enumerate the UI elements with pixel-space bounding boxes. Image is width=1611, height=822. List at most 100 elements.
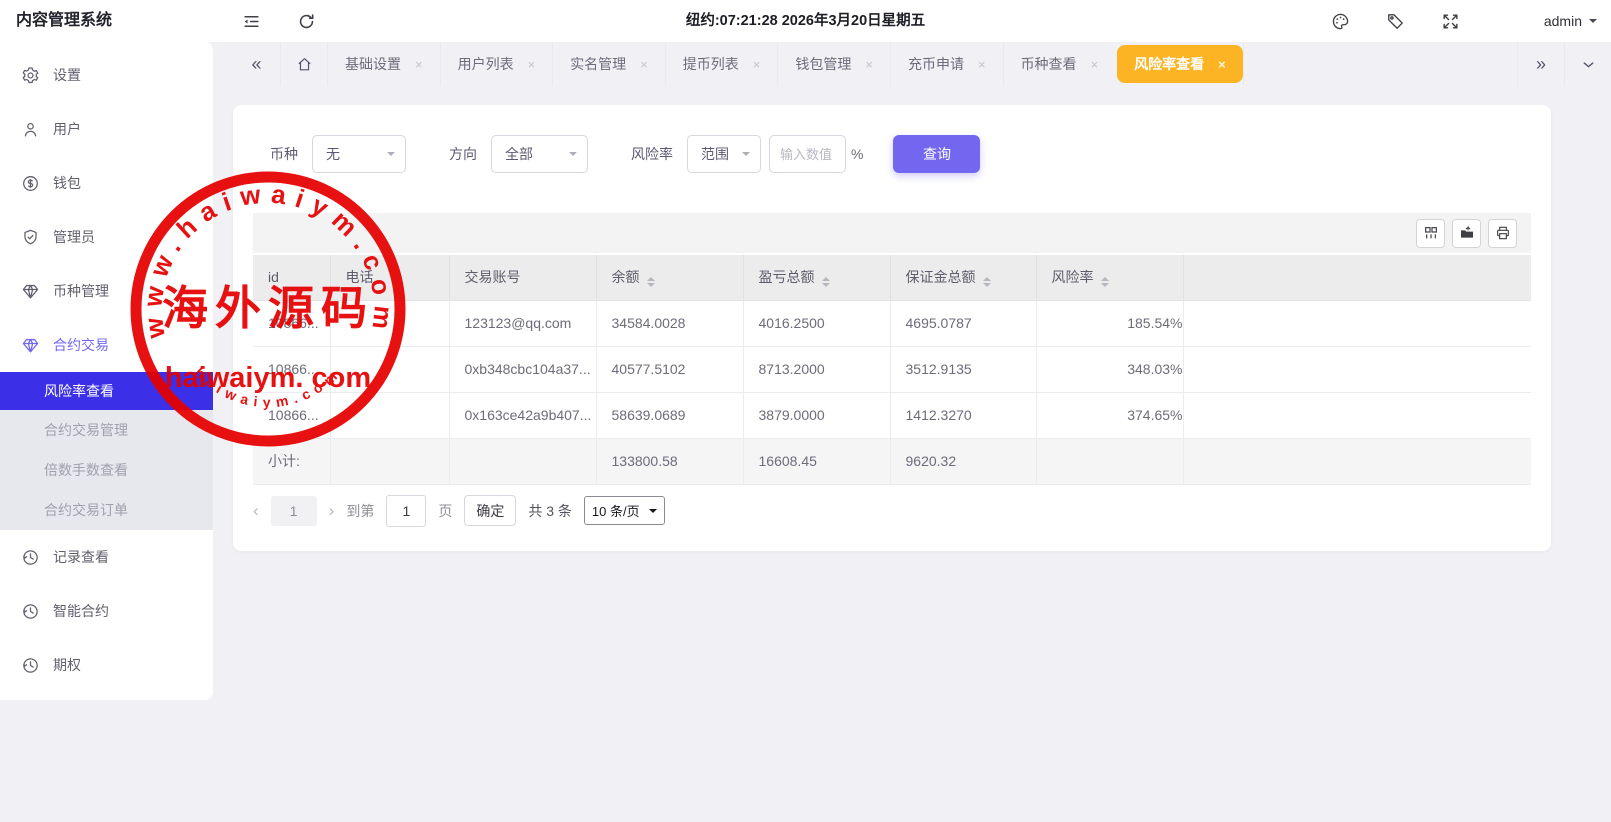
table-header-row: id 电话 交易账号 余额 盈亏总额 保证金总额 风险率 [253,255,1531,300]
sidebar-item-options[interactable]: 期权 [0,638,213,692]
gem-icon [21,282,40,301]
user-menu[interactable]: admin [1544,0,1597,42]
direction-filter-label: 方向 [449,144,477,164]
submenu-item-multiple-lots-view[interactable]: 倍数手数查看 [0,450,213,490]
chevron-left-icon[interactable]: ‹ [253,502,259,519]
sidebar-item-smart-contract[interactable]: 智能合约 [0,584,213,638]
cell-margin: 3512.9135 [890,346,1036,392]
close-icon[interactable]: × [640,58,648,71]
tab-spacer [1243,42,1517,86]
cell-risk: 374.65% [1036,392,1183,438]
sidebar-item-wallet[interactable]: 钱包 [0,156,213,210]
coin-filter-label: 币种 [270,144,298,164]
palette-icon[interactable] [1322,0,1358,42]
columns-icon[interactable] [1416,219,1445,248]
chevron-down-icon[interactable] [1564,42,1611,86]
tag-icon[interactable] [1377,0,1413,42]
menu-fold-icon[interactable] [233,0,269,42]
history-icon [21,602,40,621]
confirm-button[interactable]: 确定 [464,495,516,526]
subtotal-row: 小计: 133800.58 16608.45 9620.32 [253,438,1531,484]
submenu-item-contract-trade-manage[interactable]: 合约交易管理 [0,410,213,450]
table-row[interactable]: 10866... 123123@qq.com 34584.0028 4016.2… [253,300,1531,346]
column-header-balance[interactable]: 余额 [596,255,743,300]
column-header-risk[interactable]: 风险率 [1036,255,1183,300]
cell-filler [1183,346,1531,392]
dollar-coin-icon [21,174,40,193]
gear-icon [21,66,40,85]
sidebar-item-contract-trade[interactable]: 合约交易 [0,318,213,372]
close-icon[interactable]: × [415,58,423,71]
sidebar-item-label: 币种管理 [53,281,109,301]
print-icon[interactable] [1488,219,1517,248]
risk-value-input[interactable] [769,135,846,173]
sort-icon[interactable] [1101,277,1109,287]
caret-down-icon [569,152,577,160]
direction-select[interactable]: 全部 [491,135,588,173]
cell-filler [1183,392,1531,438]
refresh-icon[interactable] [288,0,324,42]
column-header-margin[interactable]: 保证金总额 [890,255,1036,300]
subtotal-label: 小计: [253,438,330,484]
cell-balance: 34584.0028 [596,300,743,346]
goto-suffix-label: 页 [438,501,452,521]
close-icon[interactable]: × [1091,58,1099,71]
export-icon[interactable] [1452,219,1481,248]
sidebar-item-coin-manage[interactable]: 币种管理 [0,264,213,318]
cell-risk: 185.54% [1036,300,1183,346]
cell-phone [330,346,449,392]
close-icon[interactable]: × [865,58,873,71]
close-icon[interactable]: × [753,58,761,71]
tab-item-risk-rate-view[interactable]: 风险率查看× [1117,45,1243,83]
sidebar-item-label: 钱包 [53,173,81,193]
submenu-item-contract-trade-orders[interactable]: 合约交易订单 [0,490,213,530]
table-row[interactable]: 10866... 0xb348cbc104a37... 40577.5102 8… [253,346,1531,392]
cell-profit: 3879.0000 [743,392,890,438]
home-icon[interactable] [280,42,327,86]
subtotal-profit: 16608.45 [743,438,890,484]
user-name: admin [1544,13,1582,29]
sidebar-item-settings[interactable]: 设置 [0,48,213,102]
tab-item[interactable]: 提币列表× [665,42,778,86]
tab-item[interactable]: 币种查看× [1003,42,1116,86]
submenu-item-risk-rate-view[interactable]: 风险率查看 [0,372,213,410]
sort-icon[interactable] [822,277,830,287]
column-header-account: 交易账号 [449,255,596,300]
history-icon [21,548,40,567]
double-chevron-left-icon[interactable]: « [233,42,280,86]
fullscreen-icon[interactable] [1432,0,1468,42]
percent-suffix: % [851,146,863,162]
close-icon[interactable]: × [528,58,536,71]
sidebar-item-records-view[interactable]: 记录查看 [0,530,213,584]
current-page-button[interactable]: 1 [271,496,317,526]
cell-account: 123123@qq.com [449,300,596,346]
close-icon[interactable]: × [1218,58,1226,71]
content-card: 币种 无 方向 全部 风险率 范围 % 查询 [233,105,1551,551]
coin-select[interactable]: 无 [312,135,406,173]
tab-item[interactable]: 实名管理× [552,42,665,86]
search-button[interactable]: 查询 [893,135,980,173]
double-chevron-right-icon[interactable]: » [1517,42,1564,86]
page-size-select[interactable]: 10 条/页 [584,496,665,525]
close-icon[interactable]: × [978,58,986,71]
tab-item[interactable]: 基础设置× [327,42,440,86]
column-header-profit[interactable]: 盈亏总额 [743,255,890,300]
goto-page-input[interactable] [386,495,426,527]
sort-icon[interactable] [647,277,655,287]
sidebar-item-label: 智能合约 [53,601,109,621]
sort-icon[interactable] [983,277,991,287]
world-clock: 纽约:07:21:28 2026年3月20日星期五 [686,0,925,42]
contract-trade-submenu: 风险率查看 合约交易管理 倍数手数查看 合约交易订单 [0,372,213,530]
table-row[interactable]: 10866... 0x163ce42a9b407... 58639.0689 3… [253,392,1531,438]
sidebar-item-admins[interactable]: 管理员 [0,210,213,264]
column-header-id: id [253,255,330,300]
tab-item[interactable]: 钱包管理× [777,42,890,86]
app-root: 内容管理系统 纽约:07:21:28 2026年3月20日星期五 [0,0,1611,822]
tab-item[interactable]: 充币申请× [890,42,1003,86]
tab-item[interactable]: 用户列表× [440,42,553,86]
cell-id: 10866... [253,392,330,438]
sidebar-item-users[interactable]: 用户 [0,102,213,156]
chevron-right-icon[interactable]: › [329,502,335,519]
caret-down-icon [387,152,395,160]
risk-range-select[interactable]: 范围 [687,135,761,173]
